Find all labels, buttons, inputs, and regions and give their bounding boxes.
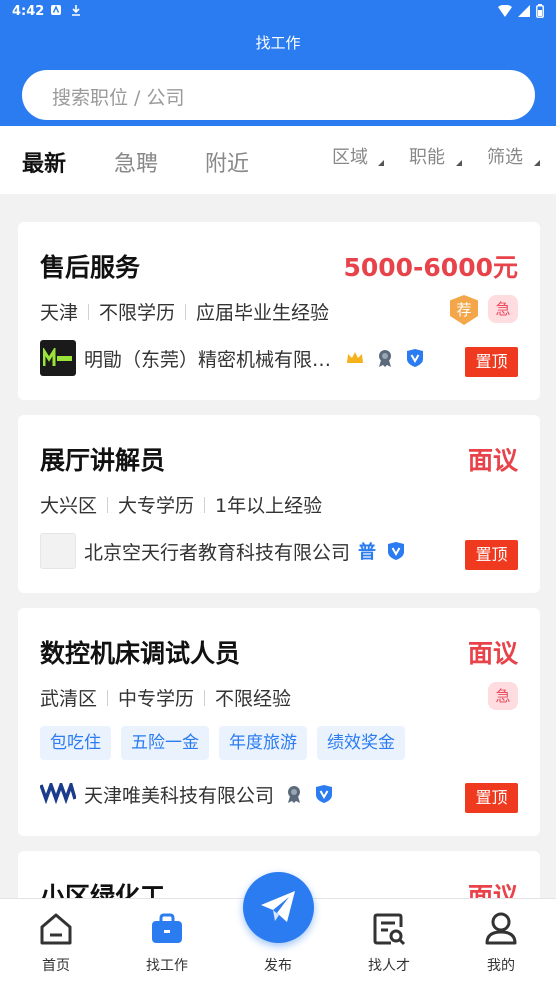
benefit-tag: 年度旅游 <box>219 726 307 760</box>
dropdown-icon <box>456 160 462 166</box>
job-location: 大兴区 <box>40 495 98 517</box>
job-education: 大专学历 <box>118 495 195 517</box>
page-title: 找工作 <box>255 34 301 52</box>
benefit-tag: 五险一金 <box>121 726 209 760</box>
company-name: 天津唯美科技有限公司 <box>84 784 275 807</box>
pin-top-button[interactable]: 置顶 <box>465 783 518 813</box>
job-badges: 荐 急 <box>450 295 518 325</box>
home-icon <box>40 913 72 945</box>
search-placeholder: 搜索职位 / 公司 <box>52 87 185 109</box>
tab-latest[interactable]: 最新 <box>22 146 66 178</box>
job-requirements: 大兴区 大专学历 1年以上经验 <box>40 491 322 518</box>
user-icon <box>485 912 517 945</box>
job-title: 展厅讲解员 <box>40 446 166 475</box>
company-logo-mark <box>40 783 76 805</box>
job-experience: 1年以上经验 <box>215 495 323 517</box>
search-input[interactable]: 搜索职位 / 公司 <box>22 70 535 120</box>
award-icon <box>288 786 301 803</box>
nav-profile[interactable]: 我的 <box>461 899 541 990</box>
tab-bar: 最新 急聘 附近 区域 职能 筛选 <box>0 126 556 194</box>
job-card[interactable]: 展厅讲解员 面议 大兴区 大专学历 1年以上经验 北京空天行者教育科技有限公司 … <box>18 415 540 593</box>
job-requirements: 武清区 中专学历 不限经验 <box>40 684 291 711</box>
nav-label: 我的 <box>487 958 515 974</box>
verified-icon <box>388 542 405 560</box>
header: 4:42 找工作 搜索职位 / 公司 <box>0 0 556 126</box>
pin-top-button[interactable]: 置顶 <box>465 347 518 377</box>
verified-icon <box>407 349 424 367</box>
dropdown-icon <box>534 160 540 166</box>
filter-more[interactable]: 筛选 <box>487 143 523 169</box>
company-name: 明勖（东莞）精密机械有限… <box>84 348 332 371</box>
benefit-tag: 包吃住 <box>40 726 111 760</box>
tab-nearby[interactable]: 附近 <box>205 146 249 178</box>
job-card[interactable]: 售后服务 5000-6000元 天津 不限学历 应届毕业生经验 荐 急 明勖（东… <box>18 222 540 400</box>
job-location: 天津 <box>40 302 79 324</box>
job-experience: 不限经验 <box>215 688 292 710</box>
nav-label: 找人才 <box>368 958 410 974</box>
nav-label: 发布 <box>264 958 292 974</box>
download-icon <box>72 5 80 16</box>
resume-search-icon <box>373 913 406 946</box>
job-salary: 面议 <box>467 639 518 668</box>
job-salary: 面议 <box>467 446 518 475</box>
benefit-tag: 绩效奖金 <box>317 726 405 760</box>
company-logo <box>40 340 76 376</box>
company-name: 北京空天行者教育科技有限公司 <box>84 541 351 564</box>
recommend-badge: 荐 <box>450 295 478 325</box>
crown-icon <box>347 352 364 363</box>
job-title: 售后服务 <box>40 253 141 282</box>
job-title: 数控机床调试人员 <box>40 639 241 668</box>
job-experience: 应届毕业生经验 <box>196 302 330 324</box>
wifi-icon <box>498 5 512 17</box>
pin-top-button[interactable]: 置顶 <box>465 540 518 570</box>
nav-find-job[interactable]: 找工作 <box>127 899 207 990</box>
job-salary: 5000-6000元 <box>343 253 518 282</box>
nav-label: 找工作 <box>146 958 188 974</box>
job-location: 武清区 <box>40 688 98 710</box>
status-bar: 4:42 <box>0 0 556 24</box>
briefcase-icon <box>152 913 182 943</box>
send-icon <box>261 891 295 922</box>
company-row[interactable]: 北京空天行者教育科技有限公司 普 <box>40 533 460 569</box>
regular-member-badge: 普 <box>358 542 377 563</box>
job-tags: 包吃住 五险一金 年度旅游 绩效奖金 <box>40 726 405 760</box>
company-logo <box>40 776 76 812</box>
nav-find-talent[interactable]: 找人才 <box>349 899 429 990</box>
dropdown-icon <box>378 160 384 166</box>
battery-icon <box>536 4 544 18</box>
signal-icon <box>518 5 530 17</box>
job-education: 中专学历 <box>118 688 195 710</box>
status-time: 4:42 <box>12 4 45 19</box>
job-card[interactable]: 数控机床调试人员 面议 武清区 中专学历 不限经验 急 包吃住 五险一金 年度旅… <box>18 608 540 836</box>
post-button[interactable] <box>243 872 314 943</box>
company-logo-mark <box>43 348 72 366</box>
nav-label: 首页 <box>42 958 70 974</box>
company-logo <box>40 533 76 569</box>
filter-area[interactable]: 区域 <box>332 143 368 169</box>
job-requirements: 天津 不限学历 应届毕业生经验 <box>40 298 329 325</box>
nav-home[interactable]: 首页 <box>16 899 96 990</box>
status-indicators <box>498 4 544 18</box>
urgent-badge: 急 <box>488 295 518 323</box>
notification-icon <box>51 5 61 15</box>
company-row[interactable]: 天津唯美科技有限公司 <box>40 776 460 812</box>
award-icon <box>379 350 392 367</box>
filter-function[interactable]: 职能 <box>409 143 445 169</box>
job-badges: 急 <box>488 682 518 710</box>
verified-icon <box>316 785 333 803</box>
company-row[interactable]: 明勖（东莞）精密机械有限… <box>40 340 460 376</box>
urgent-badge: 急 <box>488 682 518 710</box>
tab-urgent[interactable]: 急聘 <box>114 146 158 178</box>
job-education: 不限学历 <box>99 302 176 324</box>
